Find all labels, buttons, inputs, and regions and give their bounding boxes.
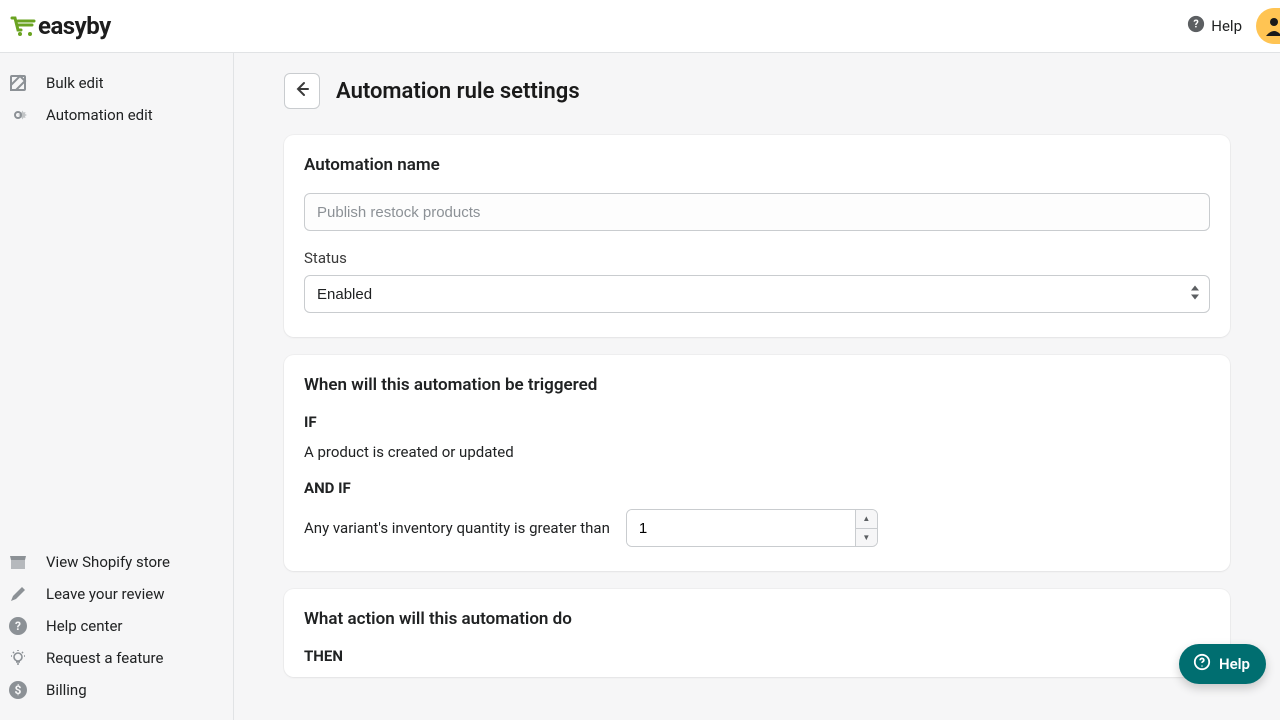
card-title: What action will this automation do xyxy=(304,609,1210,629)
dollar-icon: $ xyxy=(8,680,28,700)
lightbulb-icon xyxy=(8,648,28,668)
avatar[interactable] xyxy=(1256,8,1280,44)
sidebar-item-view-store[interactable]: View Shopify store xyxy=(0,546,233,578)
and-if-row: Any variant's inventory quantity is grea… xyxy=(304,509,1210,547)
sidebar-top-nav: Bulk edit Automation edit xyxy=(0,67,233,131)
sidebar-item-label: Request a feature xyxy=(46,649,163,667)
sidebar-item-bulk-edit[interactable]: Bulk edit xyxy=(0,67,233,99)
then-label: THEN xyxy=(304,647,1210,665)
pencil-icon xyxy=(8,584,28,604)
store-icon xyxy=(8,552,28,572)
quantity-input[interactable] xyxy=(627,510,855,546)
sidebar-item-label: Leave your review xyxy=(46,585,164,603)
help-link[interactable]: ? Help xyxy=(1187,15,1242,37)
status-select[interactable]: Enabled xyxy=(304,275,1210,313)
cart-icon xyxy=(10,14,36,38)
card-title: When will this automation be triggered xyxy=(304,375,1210,395)
page-title: Automation rule settings xyxy=(336,79,580,104)
brand-name: easyby xyxy=(38,12,111,40)
topbar: easyby ? Help xyxy=(0,0,1280,53)
sidebar: Bulk edit Automation edit View Shopify s… xyxy=(0,53,234,720)
caret-down-icon: ▼ xyxy=(862,533,870,542)
main-content: Automation rule settings Automation name… xyxy=(234,53,1280,720)
sidebar-item-automation-edit[interactable]: Automation edit xyxy=(0,99,233,131)
sidebar-item-label: Billing xyxy=(46,681,87,699)
svg-text:$: $ xyxy=(15,683,22,697)
brand-logo[interactable]: easyby xyxy=(10,12,111,40)
sidebar-item-label: View Shopify store xyxy=(46,553,170,571)
help-label: Help xyxy=(1211,17,1242,35)
action-card: What action will this automation do THEN xyxy=(284,589,1230,677)
page-header: Automation rule settings xyxy=(284,73,1264,109)
sidebar-item-billing[interactable]: $ Billing xyxy=(0,674,233,706)
stepper-down-button[interactable]: ▼ xyxy=(856,529,877,547)
sidebar-item-request-feature[interactable]: Request a feature xyxy=(0,642,233,674)
status-label: Status xyxy=(304,249,1210,267)
sidebar-item-label: Help center xyxy=(46,617,122,635)
svg-text:?: ? xyxy=(1194,18,1199,31)
help-fab-label: Help xyxy=(1219,655,1250,673)
quantity-stepper[interactable]: ▲ ▼ xyxy=(626,509,878,547)
and-if-condition-text: Any variant's inventory quantity is grea… xyxy=(304,519,610,537)
and-if-label: AND IF xyxy=(304,479,1210,497)
sidebar-item-label: Automation edit xyxy=(46,106,153,124)
edit-icon xyxy=(8,73,28,93)
if-condition-text: A product is created or updated xyxy=(304,443,1210,461)
sidebar-item-leave-review[interactable]: Leave your review xyxy=(0,578,233,610)
gear-icon xyxy=(8,105,28,125)
help-icon xyxy=(1193,653,1211,675)
stepper-up-button[interactable]: ▲ xyxy=(856,510,877,529)
help-icon: ? xyxy=(1187,15,1205,37)
automation-name-input[interactable] xyxy=(304,193,1210,231)
trigger-card: When will this automation be triggered I… xyxy=(284,355,1230,571)
back-button[interactable] xyxy=(284,73,320,109)
sidebar-item-help-center[interactable]: ? Help center xyxy=(0,610,233,642)
stepper-buttons: ▲ ▼ xyxy=(855,510,877,546)
sidebar-item-label: Bulk edit xyxy=(46,74,104,92)
question-icon: ? xyxy=(8,616,28,636)
arrow-left-icon xyxy=(292,79,312,103)
if-label: IF xyxy=(304,413,1210,431)
caret-up-icon: ▲ xyxy=(862,514,870,523)
svg-text:?: ? xyxy=(15,619,21,633)
topbar-right: ? Help xyxy=(1187,8,1280,44)
card-title: Automation name xyxy=(304,155,1210,175)
help-fab[interactable]: Help xyxy=(1179,644,1266,684)
sidebar-bottom-nav: View Shopify store Leave your review ? H… xyxy=(0,546,233,706)
automation-name-card: Automation name Status Enabled xyxy=(284,135,1230,337)
